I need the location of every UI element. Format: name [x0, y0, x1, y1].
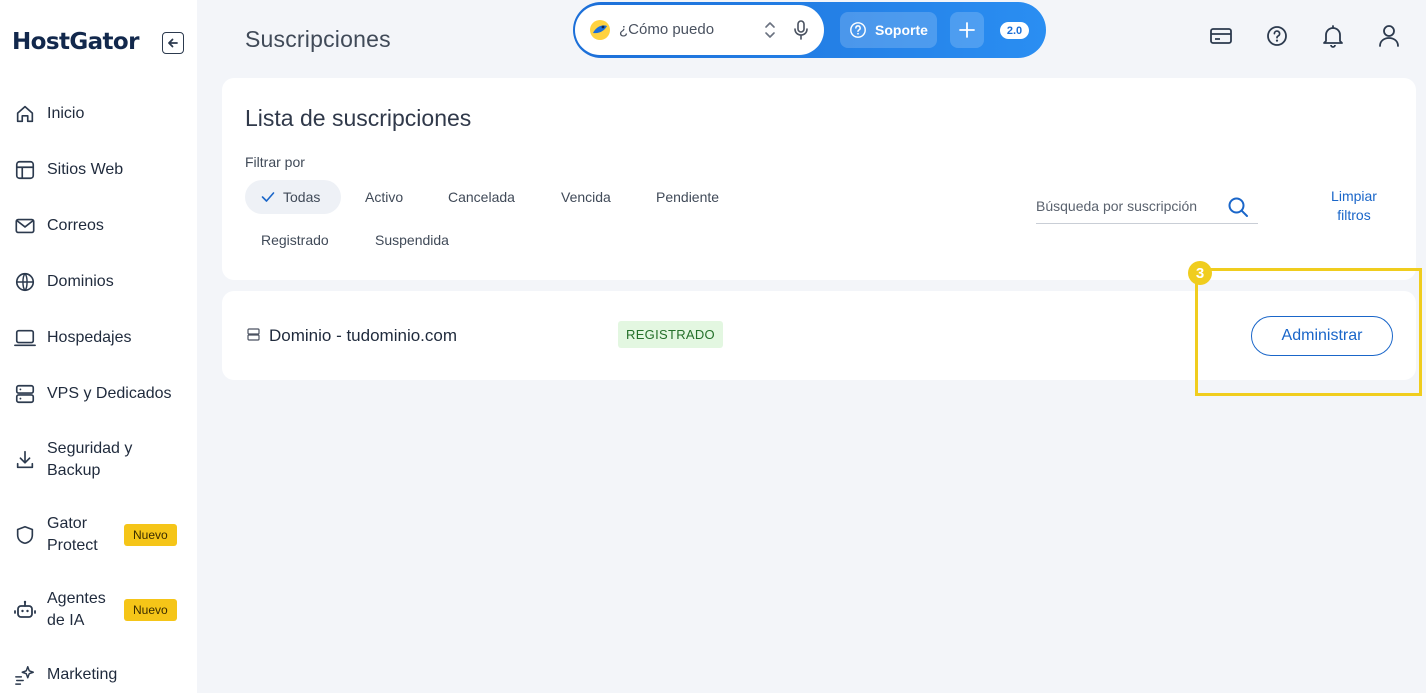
chip-label: Vencida [561, 189, 611, 205]
sidebar-item-label: Agentes de IA [47, 589, 106, 629]
gator-avatar-icon [590, 20, 610, 40]
help-circle-icon [850, 22, 866, 38]
chip-label: Suspendida [375, 232, 449, 248]
arrow-left-icon [168, 38, 178, 48]
sidebar-item-seguridad[interactable]: Seguridad y Backup [0, 422, 197, 497]
ai-assistant-bar: ¿Cómo puedo Soporte 2.0 [573, 2, 1046, 58]
server-icon [13, 382, 37, 406]
chip-label: Registrado [261, 232, 329, 248]
home-icon [13, 102, 37, 126]
clear-filters-label-line2: filtros [1337, 207, 1371, 223]
subscription-search [1036, 192, 1258, 224]
sidebar-item-label: Inicio [47, 105, 85, 122]
sidebar-item-sitios-web[interactable]: Sitios Web [0, 142, 197, 198]
clear-filters-link[interactable]: Limpiar filtros [1322, 187, 1386, 225]
chip-label: Cancelada [448, 189, 515, 205]
filter-chip-vencida[interactable]: Vencida [545, 180, 627, 214]
server-small-icon [247, 328, 260, 341]
page-title: Suscripciones [245, 26, 391, 52]
new-badge: Nuevo [124, 523, 177, 546]
status-badge: REGISTRADO [618, 321, 723, 348]
search-input[interactable] [1036, 198, 1220, 214]
list-title: Lista de suscripciones [245, 105, 472, 131]
sidebar-item-label: Gator Protect [47, 514, 98, 554]
sidebar-item-label: Marketing [47, 666, 118, 683]
sidebar-item-label: Correos [47, 217, 104, 234]
sidebar-item-dominios[interactable]: Dominios [0, 254, 197, 310]
support-button[interactable]: Soporte [840, 12, 937, 48]
microphone-icon[interactable] [793, 19, 809, 41]
filter-chip-suspendida[interactable]: Suspendida [359, 223, 465, 257]
sidebar-item-agentes-ia[interactable]: Agentes de IA Nuevo [0, 572, 197, 647]
brand-row: HostGator [12, 26, 192, 58]
mail-icon [13, 214, 37, 238]
download-icon [13, 448, 37, 472]
hostgator-logo[interactable]: HostGator [12, 29, 139, 55]
step-number-badge: 3 [1188, 261, 1212, 285]
sidebar-item-hospedajes[interactable]: Hospedajes [0, 310, 197, 366]
sidebar-item-label: Seguridad y Backup [47, 439, 133, 479]
subscription-name: Dominio - tudominio.com [269, 326, 458, 345]
globe-icon [13, 270, 37, 294]
sidebar: HostGator Inicio Sitios Web Correos Domi… [0, 0, 197, 693]
add-button[interactable] [950, 12, 984, 48]
filter-chip-registrado[interactable]: Registrado [245, 223, 345, 257]
sidebar-nav: Inicio Sitios Web Correos Dominios Hospe… [0, 86, 197, 693]
filter-by-label: Filtrar por [245, 154, 305, 170]
sidebar-item-label: Hospedajes [47, 329, 132, 346]
sidebar-item-inicio[interactable]: Inicio [0, 86, 197, 142]
sidebar-item-marketing[interactable]: Marketing [0, 647, 197, 693]
sidebar-item-correos[interactable]: Correos [0, 198, 197, 254]
sidebar-item-vps[interactable]: VPS y Dedicados [0, 366, 197, 422]
new-badge: Nuevo [124, 598, 177, 621]
shield-icon [13, 523, 37, 547]
chip-label: Pendiente [656, 189, 720, 205]
support-label: Soporte [875, 22, 928, 38]
sidebar-item-gator-protect[interactable]: Gator Protect Nuevo [0, 497, 197, 572]
filter-chip-activo[interactable]: Activo [349, 180, 419, 214]
filter-chip-pendiente[interactable]: Pendiente [640, 180, 735, 214]
check-icon [261, 192, 275, 202]
sidebar-item-label: VPS y Dedicados [47, 385, 172, 402]
subscriptions-filter-card: Lista de suscripciones Filtrar por Todas… [222, 78, 1416, 280]
sidebar-item-label: Dominios [47, 273, 114, 290]
laptop-icon [13, 326, 37, 350]
step-highlight-box [1195, 268, 1422, 396]
clear-filters-label-line1: Limpiar [1331, 188, 1377, 204]
chip-label: Todas [283, 189, 321, 205]
help-icon[interactable] [1265, 24, 1289, 48]
collapse-sidebar-button[interactable] [162, 32, 184, 54]
sidebar-item-label: Sitios Web [47, 161, 124, 178]
billing-card-icon[interactable] [1209, 24, 1233, 48]
search-icon[interactable] [1227, 196, 1249, 218]
notifications-bell-icon[interactable] [1321, 24, 1345, 48]
sort-arrows-icon[interactable] [764, 19, 776, 41]
filter-chip-todas[interactable]: Todas [245, 180, 341, 214]
version-badge: 2.0 [1000, 22, 1029, 39]
assistant-input[interactable]: ¿Cómo puedo [575, 5, 824, 55]
chip-label: Activo [365, 189, 404, 205]
assistant-placeholder: ¿Cómo puedo [619, 21, 715, 38]
plus-icon [959, 22, 975, 38]
user-profile-icon[interactable] [1377, 24, 1401, 48]
layout-icon [13, 158, 37, 182]
filter-chip-cancelada[interactable]: Cancelada [432, 180, 531, 214]
robot-icon [13, 598, 37, 622]
sparkle-icon [13, 663, 37, 687]
